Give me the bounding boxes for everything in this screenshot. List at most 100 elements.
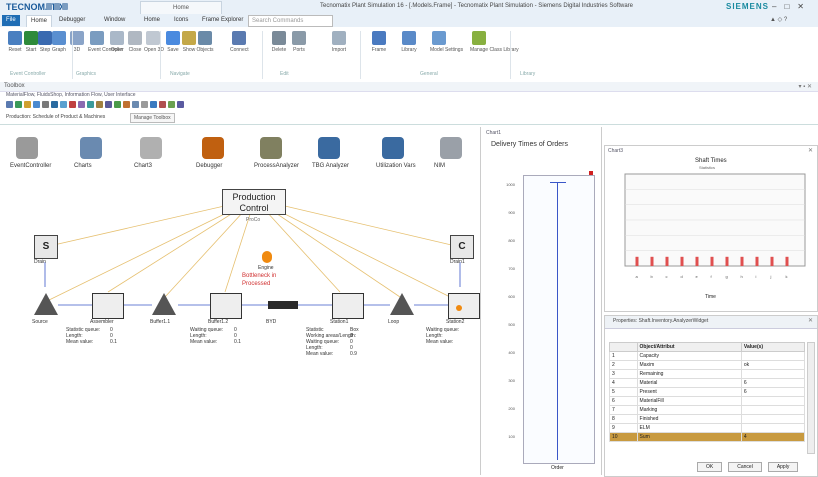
frame-object-icon[interactable]: [318, 137, 340, 159]
attribute-table-close-icon[interactable]: ✕: [808, 317, 813, 324]
toolbox-object-icon[interactable]: [132, 101, 139, 108]
ribbon-button-12[interactable]: Connect: [230, 31, 249, 53]
attribute-table-row[interactable]: 6 MaterialFill: [609, 396, 806, 406]
toolbox-object-icon[interactable]: [96, 101, 103, 108]
shaft-bar: [755, 256, 759, 266]
ribbon-button-13[interactable]: Delete: [270, 31, 288, 53]
ribbon-options-icon[interactable]: ▲ ◇ ?: [770, 16, 787, 23]
ribbon-button-18[interactable]: Model Settings: [430, 31, 463, 53]
station-object[interactable]: [448, 293, 480, 319]
attribute-table-header[interactable]: Value(s): [740, 342, 806, 352]
context-tab[interactable]: Home: [140, 1, 222, 15]
ribbon-button-15[interactable]: Import: [330, 31, 348, 53]
frame-object-icon[interactable]: [16, 137, 38, 159]
attribute-table-header[interactable]: [609, 342, 638, 352]
redo-icon[interactable]: [62, 3, 68, 10]
toolbox-pin-icon[interactable]: ▾ ▪ ✕: [799, 83, 813, 90]
toolbox-object-icon[interactable]: [42, 101, 49, 108]
tab-window[interactable]: Window: [100, 15, 129, 26]
frame-object-icon[interactable]: [80, 137, 102, 159]
buffer-object[interactable]: [390, 293, 414, 315]
conveyor-object[interactable]: [268, 301, 298, 309]
toolbox-object-icon[interactable]: [33, 101, 40, 108]
toolbox-object-icon[interactable]: [87, 101, 94, 108]
ribbon-button-4[interactable]: 3D: [68, 31, 86, 53]
attribute-table-row[interactable]: 4 Material 6: [609, 378, 806, 388]
attribute-table-row[interactable]: 5 Present 6: [609, 387, 806, 397]
attribute-table-header[interactable]: Object/Attribut: [636, 342, 742, 352]
ribbon-button-3[interactable]: Graph: [50, 31, 68, 53]
production-control[interactable]: Production Control: [222, 189, 286, 215]
ribbon-button-7[interactable]: Close: [126, 31, 144, 53]
attribute-table-row[interactable]: 7 Marking: [609, 405, 806, 415]
attribute-table-row[interactable]: 9 ELM: [609, 423, 806, 433]
frame-object-icon[interactable]: [440, 137, 462, 159]
window-controls[interactable]: – □ ✕: [772, 2, 804, 11]
cancel-button[interactable]: Cancel: [728, 462, 762, 472]
tab-frame-explorer[interactable]: Frame Explorer: [198, 15, 247, 26]
tab-file[interactable]: File: [2, 15, 20, 26]
minimize-icon[interactable]: –: [772, 2, 776, 11]
apply-button[interactable]: Apply: [767, 462, 799, 472]
toolbox-object-icon[interactable]: [51, 101, 58, 108]
toolbox-object-icon[interactable]: [69, 101, 76, 108]
toolbox-object-icon[interactable]: [60, 101, 67, 108]
ribbon-button-16[interactable]: Frame: [370, 31, 388, 53]
ribbon-button-6[interactable]: Open: [108, 31, 126, 53]
frame-canvas[interactable]: Production Control ProCo S Drain C Drain…: [0, 127, 481, 475]
tab-debugger[interactable]: Debugger: [55, 15, 89, 26]
toolbox-object-icon[interactable]: [24, 101, 31, 108]
tab-icons[interactable]: Icons: [170, 15, 192, 26]
toolbox-object-icon[interactable]: [6, 101, 13, 108]
ribbon-button-5[interactable]: Event Controller: [88, 31, 124, 53]
attribute-table-cell: 9: [609, 423, 638, 433]
close-icon[interactable]: ✕: [797, 2, 804, 11]
frame-object-icon[interactable]: [260, 137, 282, 159]
attribute-table-row[interactable]: 10 Sum 4: [609, 432, 806, 442]
toolbox-object-icon[interactable]: [114, 101, 121, 108]
maximize-icon[interactable]: □: [784, 2, 789, 11]
ribbon-button-label: Graph: [52, 47, 66, 53]
ribbon-button-19[interactable]: Manage Class Library: [470, 31, 519, 53]
tab-home-2[interactable]: Home: [140, 15, 164, 26]
station-object[interactable]: [210, 293, 242, 319]
search-input[interactable]: Search Commands: [248, 15, 333, 27]
ribbon-button-14[interactable]: Ports: [290, 31, 308, 53]
frame-tab[interactable]: Production: Schedule of Product & Machin…: [6, 114, 105, 120]
source-object[interactable]: S: [34, 235, 58, 259]
toolbox-object-icon[interactable]: [123, 101, 130, 108]
attribute-table-scrollbar[interactable]: [807, 342, 815, 454]
toolbox-object-icon[interactable]: [141, 101, 148, 108]
toolbox-object-icon[interactable]: [105, 101, 112, 108]
station-object[interactable]: [332, 293, 364, 319]
save-icon[interactable]: [46, 3, 52, 10]
quick-access-toolbar[interactable]: [46, 3, 106, 11]
ribbon-button-11[interactable]: Objects: [196, 31, 214, 53]
toolbox-object-icon[interactable]: [159, 101, 166, 108]
toolbox-object-icon[interactable]: [78, 101, 85, 108]
tab-home[interactable]: Home: [26, 15, 53, 27]
attribute-table[interactable]: Object/Attribut Value(s) 1 Capacity 2 Maxim o…: [609, 342, 806, 442]
attribute-table-row[interactable]: 8 Finished: [609, 414, 806, 424]
ok-button[interactable]: OK: [697, 462, 723, 472]
frame-object-icon[interactable]: [202, 137, 224, 159]
buffer-object[interactable]: [152, 293, 176, 315]
toolbox-object-icon[interactable]: [15, 101, 22, 108]
undo-icon[interactable]: [54, 3, 60, 10]
delivery-chart-panel: Chart1 Delivery Times of Orders 1000 900 8…: [483, 127, 602, 475]
toolbox-icons[interactable]: [6, 101, 184, 110]
attribute-table-row[interactable]: 1 Capacity: [609, 351, 806, 361]
sink-object[interactable]: C: [450, 235, 474, 259]
attribute-table-row[interactable]: 3 Remaining: [609, 369, 806, 379]
ribbon-separator: [72, 31, 73, 79]
ribbon-button-17[interactable]: Library: [400, 31, 418, 53]
frame-object-icon[interactable]: [382, 137, 404, 159]
manage-toolbox-button[interactable]: Manage Toolbox: [130, 113, 175, 123]
buffer-object[interactable]: [34, 293, 58, 315]
station-object[interactable]: [92, 293, 124, 319]
toolbox-object-icon[interactable]: [150, 101, 157, 108]
frame-object-icon[interactable]: [140, 137, 162, 159]
toolbox-object-icon[interactable]: [168, 101, 175, 108]
toolbox-object-icon[interactable]: [177, 101, 184, 108]
attribute-table-row[interactable]: 2 Maxim ok: [609, 360, 806, 370]
